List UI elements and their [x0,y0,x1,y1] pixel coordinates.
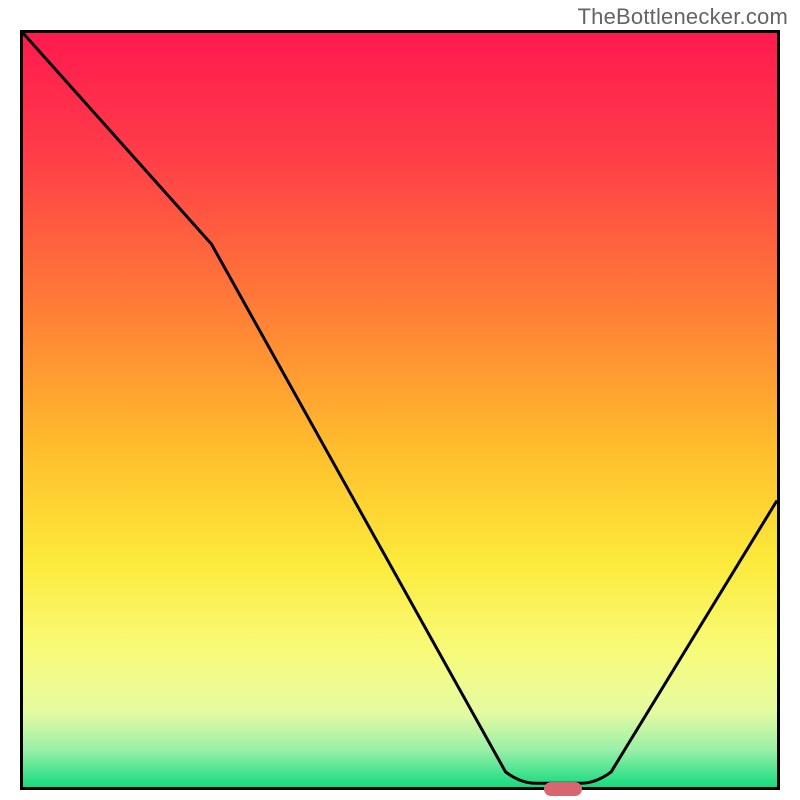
chart-plot-area [20,30,780,790]
chart-marker [544,782,582,796]
chart-curve [23,33,777,787]
watermark-text: TheBottlenecker.com [578,4,788,30]
